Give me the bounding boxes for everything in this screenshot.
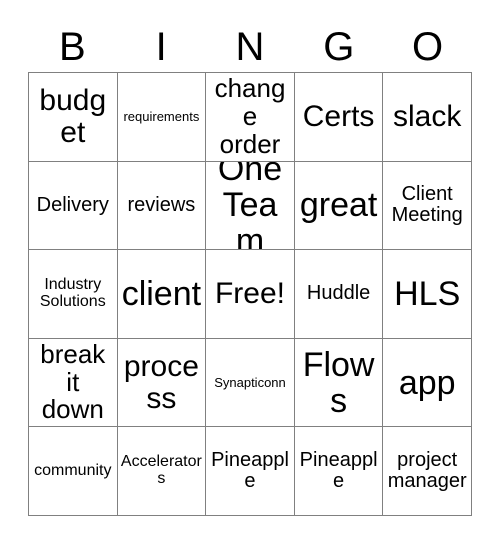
bingo-grid: budget requirements change order Certs slack…: [28, 72, 472, 516]
bingo-cell-label: client: [121, 274, 202, 313]
bingo-cell-label: Flows: [302, 345, 375, 420]
bingo-cell-label: community: [34, 461, 112, 479]
bingo-cell-label: Pineapple: [211, 449, 289, 493]
bingo-cell-label: Pineapple: [299, 449, 378, 493]
bingo-cell-label: break it down: [40, 339, 106, 425]
bingo-cell[interactable]: Client Meeting: [383, 161, 472, 251]
bingo-cell-label: slack: [393, 99, 462, 133]
bingo-cell-label: Accelerators: [120, 453, 202, 488]
bingo-cell[interactable]: Pineapple: [206, 427, 295, 516]
bingo-cell[interactable]: Delivery: [29, 161, 118, 251]
bingo-cell[interactable]: Accelerators: [117, 427, 207, 516]
bingo-cell[interactable]: project manager: [383, 427, 472, 516]
bingo-cell[interactable]: Certs: [294, 73, 384, 162]
bingo-cell[interactable]: change order: [206, 73, 295, 162]
bingo-cell[interactable]: break it down: [29, 338, 118, 428]
bingo-cell-label: requirements: [123, 108, 200, 124]
header-letter-g: G: [323, 25, 355, 69]
header-letter-i: I: [155, 25, 167, 69]
bingo-cell-label: Synapticonn: [214, 374, 286, 390]
bingo-cell-label: HLS: [394, 274, 461, 313]
bingo-cell[interactable]: great: [294, 161, 384, 251]
bingo-cell[interactable]: process: [117, 338, 207, 428]
bingo-cell[interactable]: slack: [383, 73, 472, 162]
bingo-cell-label: Huddle: [306, 282, 371, 305]
header-letter-o: O: [412, 25, 444, 69]
bingo-cell-label: process: [123, 349, 199, 415]
bingo-cell-label: Free!: [214, 277, 285, 311]
bingo-card: B I N G O budget requirements change order…: [0, 0, 500, 544]
bingo-cell[interactable]: Huddle: [294, 250, 384, 339]
bingo-cell-label: Client Meeting: [391, 183, 463, 227]
bingo-cell-label: great: [299, 186, 378, 225]
bingo-cell[interactable]: reviews: [117, 161, 207, 251]
bingo-header: B I N G O: [28, 22, 472, 72]
bingo-cell-label: Certs: [302, 99, 375, 133]
bingo-cell-free[interactable]: Free!: [206, 250, 295, 339]
bingo-cell[interactable]: Flows: [294, 338, 384, 428]
bingo-cell-label: reviews: [127, 193, 196, 216]
bingo-cell[interactable]: Synapticonn: [206, 338, 295, 428]
bingo-cell-label: Industry Solutions: [39, 276, 106, 310]
bingo-cell[interactable]: Pineapple: [294, 427, 384, 516]
bingo-cell[interactable]: One Team: [206, 161, 295, 251]
bingo-cell[interactable]: HLS: [383, 250, 472, 339]
bingo-cell-label: app: [398, 363, 456, 402]
bingo-cell[interactable]: Industry Solutions: [29, 250, 118, 339]
bingo-cell[interactable]: requirements: [117, 73, 207, 162]
bingo-cell[interactable]: client: [117, 250, 207, 339]
header-letter-n: N: [235, 25, 265, 69]
bingo-cell[interactable]: community: [29, 427, 118, 516]
bingo-cell-label: budget: [39, 84, 107, 149]
header-letter-b: B: [59, 25, 86, 69]
bingo-cell[interactable]: app: [383, 338, 472, 428]
bingo-cell-label: change order: [214, 73, 286, 159]
bingo-cell-label: project manager: [387, 449, 467, 493]
bingo-cell-label: One Team: [217, 161, 283, 251]
bingo-cell-label: Delivery: [36, 193, 109, 216]
bingo-cell[interactable]: budget: [29, 73, 118, 162]
